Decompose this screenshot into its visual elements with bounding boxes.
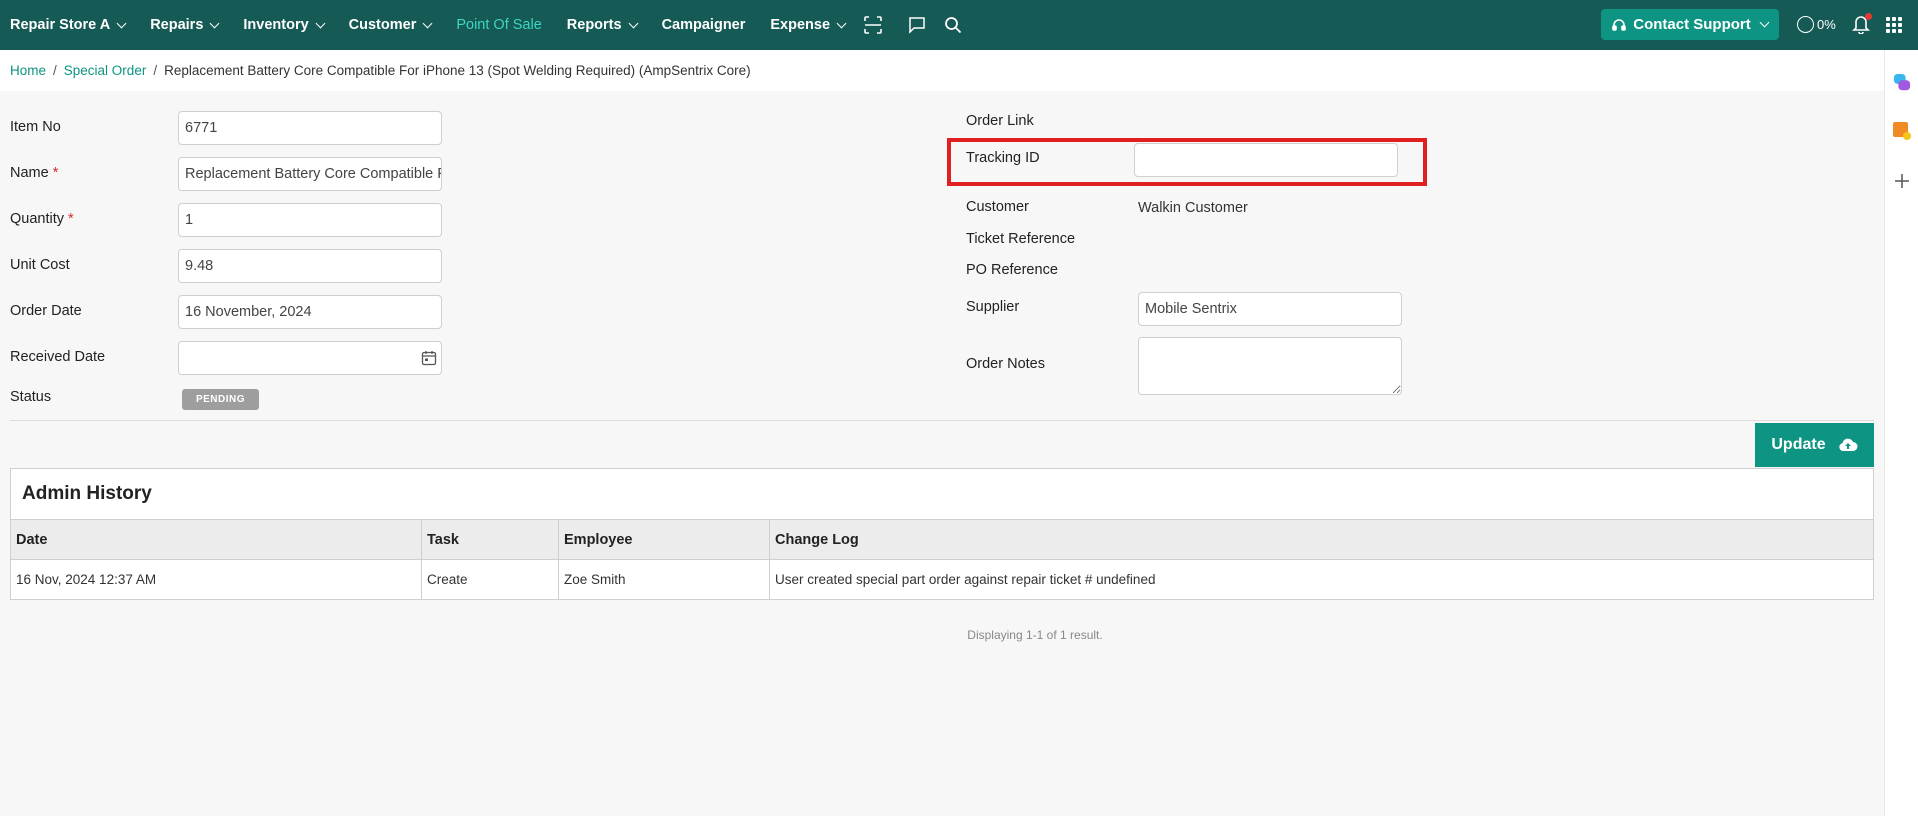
- breadcrumb-separator: /: [153, 63, 158, 78]
- supplier-label: Supplier: [966, 299, 1020, 315]
- order-link-label: Order Link: [966, 113, 1034, 129]
- status-label: Status: [10, 389, 52, 405]
- unit-cost-label: Unit Cost: [10, 257, 70, 273]
- nav-item-store[interactable]: Repair Store A: [10, 17, 127, 33]
- nav-item-inventory[interactable]: Inventory: [243, 17, 326, 33]
- chevron-down-icon: [422, 18, 433, 28]
- chat-icon[interactable]: [907, 15, 927, 35]
- progress-circle-icon: [1797, 16, 1814, 33]
- top-navbar: Repair Store A Repairs Inventory Custome…: [0, 0, 1918, 50]
- pagination-info: Displaying 1-1 of 1 result.: [967, 628, 1103, 642]
- item-no-input[interactable]: 6771: [178, 111, 442, 145]
- breadcrumb-special-order-link[interactable]: Special Order: [64, 63, 147, 78]
- chevron-down-icon: [315, 18, 326, 28]
- name-input[interactable]: Replacement Battery Core Compatible For …: [178, 157, 442, 191]
- admin-history-table: Date Task Employee Change Log 16 Nov, 20…: [10, 519, 1874, 600]
- nav-item-label: Customer: [348, 17, 417, 33]
- received-date-input[interactable]: [178, 341, 442, 375]
- notifications-bell-icon[interactable]: [1852, 13, 1872, 36]
- progress-label: 0%: [1817, 17, 1836, 32]
- admin-history-title: Admin History: [10, 468, 1874, 520]
- contact-support-label: Contact Support: [1633, 16, 1751, 33]
- tracking-id-label: Tracking ID: [966, 150, 1040, 166]
- column-header-change-log: Change Log: [769, 519, 1874, 560]
- quantity-label: Quantity *: [10, 211, 74, 227]
- breadcrumb: Home / Special Order / Replacement Batte…: [0, 50, 1884, 91]
- cloud-upload-icon: [1838, 438, 1858, 451]
- nav-item-expense[interactable]: Expense: [770, 17, 847, 33]
- breadcrumb-home-link[interactable]: Home: [10, 63, 46, 78]
- breadcrumb-current: Replacement Battery Core Compatible For …: [164, 63, 751, 78]
- chevron-down-icon: [1759, 17, 1770, 28]
- scan-icon[interactable]: [863, 15, 883, 35]
- nav-item-label: Repairs: [150, 17, 204, 33]
- nav-item-label: Inventory: [243, 17, 309, 33]
- chevron-down-icon: [116, 18, 127, 28]
- column-header-employee: Employee: [558, 519, 770, 560]
- cell-change-log: User created special part order against …: [769, 559, 1874, 600]
- update-button[interactable]: Update: [1755, 423, 1874, 467]
- order-date-label: Order Date: [10, 303, 82, 319]
- nav-item-reports[interactable]: Reports: [566, 17, 639, 33]
- table-header-row: Date Task Employee Change Log: [10, 519, 1874, 560]
- cell-employee: Zoe Smith: [558, 559, 770, 600]
- order-notes-label: Order Notes: [966, 356, 1045, 372]
- nav-item-label: Campaigner: [661, 17, 746, 33]
- nav-item-point-of-sale[interactable]: Point Of Sale: [456, 17, 541, 33]
- chevron-down-icon: [836, 18, 847, 28]
- nav-item-campaigner[interactable]: Campaigner: [662, 17, 746, 33]
- customer-label: Customer: [966, 199, 1029, 215]
- unit-cost-input[interactable]: 9.48: [178, 249, 442, 283]
- customer-value: Walkin Customer: [1138, 200, 1248, 216]
- status-badge: PENDING: [182, 389, 259, 410]
- search-icon[interactable]: [943, 15, 963, 35]
- section-divider: [10, 420, 1874, 421]
- add-icon[interactable]: [1893, 172, 1911, 190]
- contact-support-button[interactable]: Contact Support: [1601, 9, 1779, 40]
- item-no-label: Item No: [10, 119, 61, 135]
- nav-menu: Repair Store A Repairs Inventory Custome…: [0, 0, 979, 50]
- po-reference-label: PO Reference: [966, 262, 1058, 278]
- tracking-id-input[interactable]: [1134, 143, 1398, 177]
- progress-indicator[interactable]: 0%: [1797, 16, 1836, 33]
- table-row: 16 Nov, 2024 12:37 AM Create Zoe Smith U…: [10, 559, 1874, 600]
- calendar-icon[interactable]: [421, 350, 437, 366]
- update-button-label: Update: [1771, 436, 1826, 453]
- ticket-reference-label: Ticket Reference: [966, 231, 1076, 247]
- nav-item-label: Expense: [770, 17, 831, 33]
- column-header-task: Task: [421, 519, 559, 560]
- note-icon[interactable]: [1893, 122, 1911, 140]
- nav-item-customer[interactable]: Customer: [348, 17, 433, 33]
- order-date-input[interactable]: 16 November, 2024: [178, 295, 442, 329]
- nav-item-repairs[interactable]: Repairs: [150, 17, 220, 33]
- column-header-date: Date: [10, 519, 422, 560]
- name-label: Name *: [10, 165, 59, 181]
- cell-date: 16 Nov, 2024 12:37 AM: [10, 559, 422, 600]
- chevron-down-icon: [628, 18, 639, 28]
- supplier-input[interactable]: Mobile Sentrix: [1138, 292, 1402, 326]
- order-notes-textarea[interactable]: [1138, 337, 1402, 395]
- chevron-down-icon: [209, 18, 220, 28]
- notification-dot: [1865, 13, 1872, 20]
- side-rail: [1884, 50, 1918, 816]
- quantity-input[interactable]: 1: [178, 203, 442, 237]
- apps-grid-icon[interactable]: [1886, 17, 1902, 33]
- received-date-label: Received Date: [10, 349, 106, 365]
- nav-item-label: Repair Store A: [10, 17, 111, 33]
- nav-item-label: Reports: [566, 17, 622, 33]
- breadcrumb-separator: /: [53, 63, 57, 78]
- nav-item-label: Point Of Sale: [456, 17, 542, 33]
- cell-task: Create: [421, 559, 559, 600]
- headset-icon: [1612, 18, 1627, 31]
- chat-bubbles-icon[interactable]: [1893, 74, 1911, 92]
